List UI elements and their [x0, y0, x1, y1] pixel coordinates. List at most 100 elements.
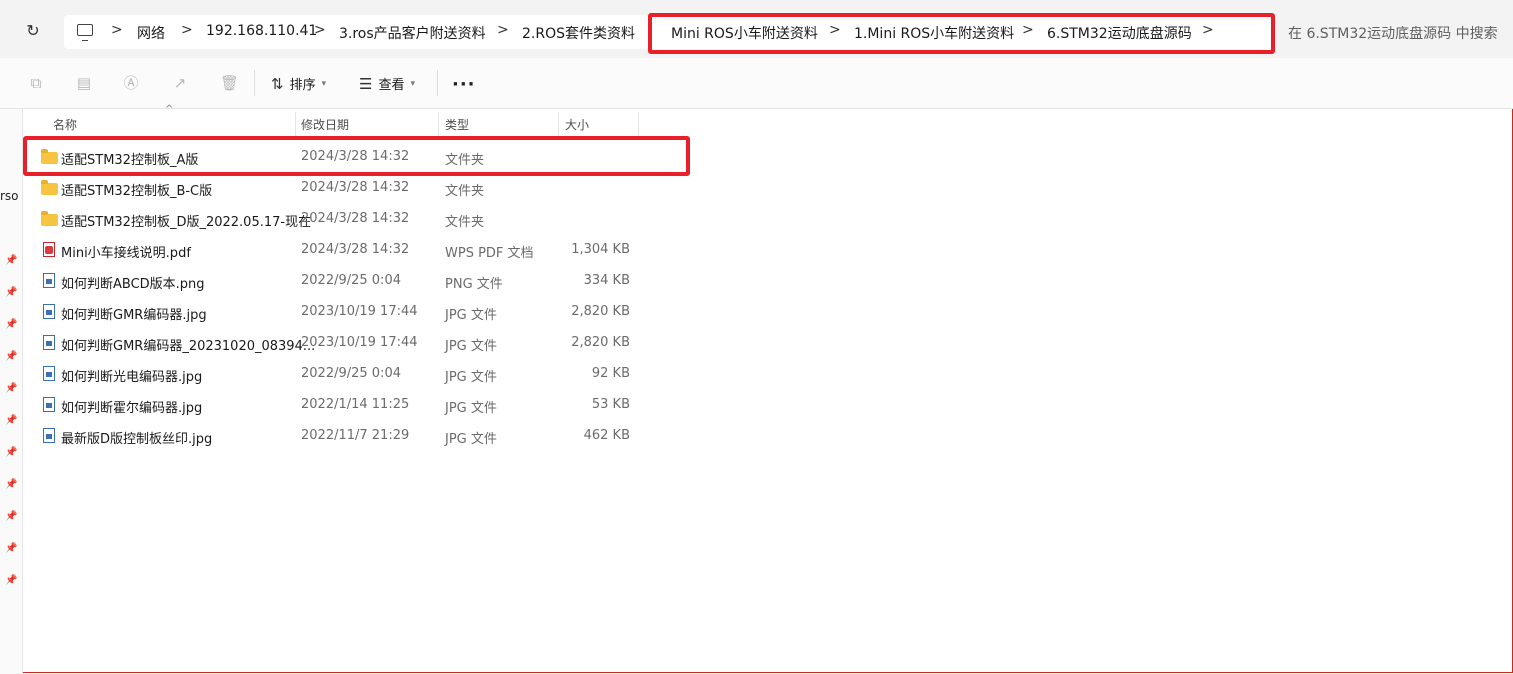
file-date: 2023/10/19 17:44	[301, 335, 418, 350]
image-file-icon	[43, 304, 55, 319]
column-header-type[interactable]: 类型	[445, 116, 469, 136]
file-type: JPG 文件	[445, 370, 497, 385]
file-name: 最新版D版控制板丝印.jpg	[61, 432, 213, 447]
file-type: JPG 文件	[445, 432, 497, 447]
file-row[interactable]: 如何判断霍尔编码器.jpg 2022/1/14 11:25 JPG 文件 53 KB	[30, 390, 650, 420]
computer-icon[interactable]	[77, 24, 93, 41]
search-input[interactable]: 在 6.STM32运动底盘源码 中搜索	[1288, 23, 1498, 43]
chevron-right-icon[interactable]: >	[181, 22, 193, 38]
file-size: 462 KB	[583, 428, 630, 443]
file-size: 2,820 KB	[571, 304, 630, 319]
image-file-icon	[43, 273, 55, 288]
breadcrumb-network[interactable]: 网络	[137, 23, 165, 43]
breadcrumb-ros-kit[interactable]: 2.ROS套件类资料	[522, 23, 635, 43]
file-date: 2024/3/28 14:32	[301, 211, 410, 226]
file-row[interactable]: 如何判断GMR编码器.jpg 2023/10/19 17:44 JPG 文件 2,82…	[30, 297, 650, 327]
breadcrumb-customer-materials[interactable]: 3.ros产品客户附送资料	[339, 23, 486, 43]
pin-icon[interactable]: 📌	[5, 351, 17, 362]
file-name: 如何判断光电编码器.jpg	[61, 370, 203, 385]
pdf-file-icon	[43, 242, 55, 257]
file-type: WPS PDF 文档	[445, 246, 534, 261]
toolbar-divider	[254, 70, 255, 96]
file-type: JPG 文件	[445, 308, 497, 323]
copy-icon[interactable]: ⧉	[28, 75, 44, 91]
file-date: 2024/3/28 14:32	[301, 180, 410, 195]
column-divider[interactable]	[558, 112, 559, 136]
image-file-icon	[43, 397, 55, 412]
column-header-date[interactable]: 修改日期	[301, 116, 349, 136]
pin-icon[interactable]: 📌	[5, 255, 17, 266]
more-options-button[interactable]: ···	[452, 74, 476, 95]
pin-icon[interactable]: 📌	[5, 511, 17, 522]
highlight-box-folder-a	[23, 136, 690, 176]
column-divider[interactable]	[295, 112, 296, 136]
file-name: 适配STM32控制板_B-C版	[61, 184, 213, 199]
file-type: JPG 文件	[445, 339, 497, 354]
column-header-name[interactable]: 名称	[53, 116, 77, 136]
share-icon[interactable]: ↗	[172, 75, 188, 91]
pin-icon[interactable]: 📌	[5, 479, 17, 490]
command-bar: ⧉ ▤ Ⓐ ↗ 🗑 ⇅ 排序 ▾ ☰ 查看 ▾ ···	[0, 58, 1513, 109]
refresh-icon[interactable]: ↻	[24, 22, 42, 40]
pin-icon[interactable]: 📌	[5, 543, 17, 554]
file-date: 2022/9/25 0:04	[301, 366, 401, 381]
view-icon: ☰	[359, 74, 373, 93]
pin-icon[interactable]: 📌	[5, 319, 17, 330]
chevron-right-icon[interactable]: >	[111, 22, 123, 38]
file-row[interactable]: 适配STM32控制板_B-C版 2024/3/28 14:32 文件夹	[30, 173, 650, 203]
sort-button[interactable]: ⇅ 排序 ▾	[271, 74, 327, 94]
nav-item-fragment[interactable]: rso	[0, 189, 19, 203]
paste-icon[interactable]: ▤	[76, 75, 92, 91]
file-date: 2022/11/7 21:29	[301, 428, 410, 443]
pin-icon[interactable]: 📌	[5, 575, 17, 586]
pin-icon[interactable]: 📌	[5, 287, 17, 298]
file-name: 如何判断GMR编码器_20231020_08394...	[61, 339, 316, 354]
folder-icon	[41, 211, 58, 226]
view-label: 查看	[378, 78, 405, 93]
pin-icon[interactable]: 📌	[5, 415, 17, 426]
file-row[interactable]: 如何判断ABCD版本.png 2022/9/25 0:04 PNG 文件 334 KB	[30, 266, 650, 296]
image-file-icon	[43, 366, 55, 381]
delete-icon[interactable]: 🗑	[220, 75, 239, 91]
image-file-icon	[43, 428, 55, 443]
breadcrumb-host[interactable]: 192.168.110.41	[206, 23, 317, 39]
file-type: 文件夹	[445, 184, 485, 199]
sort-label: 排序	[289, 78, 316, 93]
column-divider[interactable]	[438, 112, 439, 136]
toolbar-divider	[437, 70, 438, 96]
file-size: 53 KB	[591, 397, 630, 412]
file-row[interactable]: Mini小车接线说明.pdf 2024/3/28 14:32 WPS PDF 文档 1…	[30, 235, 650, 265]
navigation-pane: rso 📌 📌 📌 📌 📌 📌 📌 📌 📌 📌 📌	[0, 109, 23, 674]
sort-ascending-icon: ^	[165, 104, 174, 115]
file-name: 适配STM32控制板_D版_2022.05.17-现在	[61, 215, 312, 230]
file-size: 334 KB	[583, 273, 630, 288]
file-type: 文件夹	[445, 215, 485, 230]
highlight-box-breadcrumb	[648, 13, 1275, 54]
file-name: 如何判断GMR编码器.jpg	[61, 308, 207, 323]
file-type: PNG 文件	[445, 277, 503, 292]
chevron-right-icon[interactable]: >	[314, 22, 326, 38]
pin-icon[interactable]: 📌	[5, 447, 17, 458]
column-header-size[interactable]: 大小	[565, 116, 589, 136]
folder-icon	[41, 180, 58, 195]
file-size: 1,304 KB	[571, 242, 630, 257]
file-row[interactable]: 如何判断GMR编码器_20231020_08394... 2023/10/19 1…	[30, 328, 650, 358]
file-row[interactable]: 适配STM32控制板_D版_2022.05.17-现在 2024/3/28 14:…	[30, 204, 650, 234]
pin-icon[interactable]: 📌	[5, 383, 17, 394]
column-divider[interactable]	[638, 112, 639, 136]
rename-icon[interactable]: Ⓐ	[123, 75, 139, 91]
chevron-down-icon: ▾	[410, 78, 415, 89]
chevron-down-icon: ▾	[321, 78, 327, 89]
file-date: 2023/10/19 17:44	[301, 304, 418, 319]
file-date: 2024/3/28 14:32	[301, 242, 410, 257]
file-size: 2,820 KB	[571, 335, 630, 350]
file-row[interactable]: 最新版D版控制板丝印.jpg 2022/11/7 21:29 JPG 文件 462 K…	[30, 421, 650, 451]
chevron-right-icon[interactable]: >	[497, 22, 509, 38]
file-type: JPG 文件	[445, 401, 497, 416]
file-row[interactable]: 如何判断光电编码器.jpg 2022/9/25 0:04 JPG 文件 92 KB	[30, 359, 650, 389]
view-button[interactable]: ☰ 查看 ▾	[359, 74, 415, 94]
file-name: 如何判断ABCD版本.png	[61, 277, 205, 292]
sort-icon: ⇅	[271, 74, 284, 93]
image-file-icon	[43, 335, 55, 350]
file-name: 如何判断霍尔编码器.jpg	[61, 401, 203, 416]
